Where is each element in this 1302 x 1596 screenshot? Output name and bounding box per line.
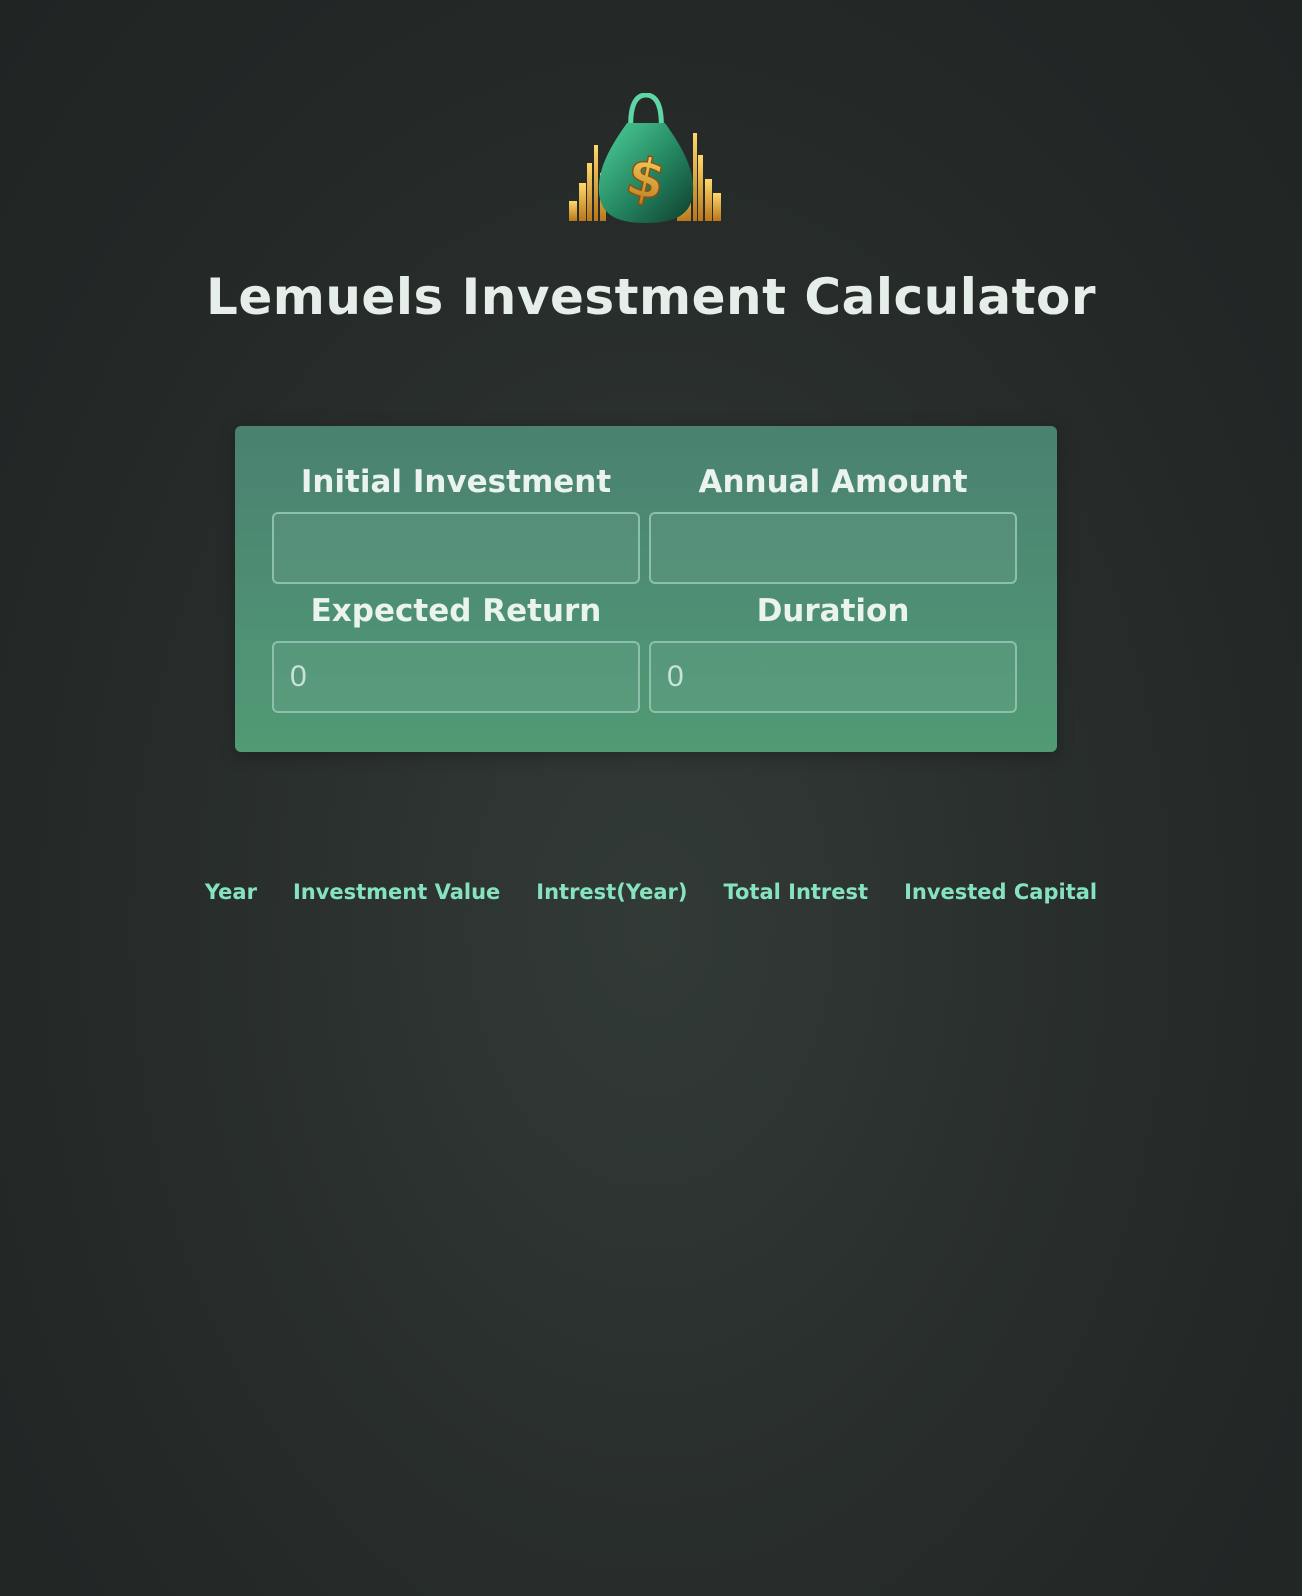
duration-input[interactable] <box>649 641 1017 713</box>
expected-return-input[interactable] <box>272 641 640 713</box>
initial-investment-input[interactable] <box>272 512 640 584</box>
annual-amount-input[interactable] <box>649 512 1017 584</box>
expected-return-label: Expected Return <box>310 593 602 629</box>
annual-amount-label: Annual Amount <box>698 464 968 500</box>
page-title: Lemuels Investment Calculator <box>205 268 1097 326</box>
column-header-investment-value: Investment Value <box>292 880 501 904</box>
money-bag-dollar-icon: $ <box>569 93 721 223</box>
column-header-total-interest: Total Intrest <box>723 880 869 904</box>
initial-investment-label: Initial Investment <box>300 464 612 500</box>
column-header-year: Year <box>204 880 257 904</box>
column-header-invested-capital: Invested Capital <box>904 880 1098 904</box>
input-card: Initial Investment Annual Amount Expecte… <box>235 426 1057 752</box>
column-header-interest-year: Intrest(Year) <box>536 880 688 904</box>
duration-label: Duration <box>756 593 910 629</box>
results-table-header: Year Investment Value Intrest(Year) Tota… <box>0 880 1302 904</box>
